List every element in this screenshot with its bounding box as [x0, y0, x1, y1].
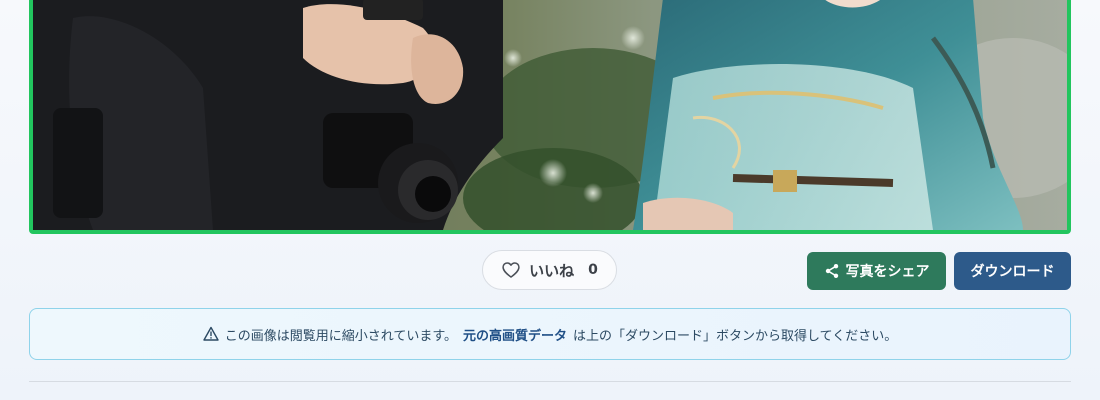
divider — [29, 381, 1071, 382]
download-button[interactable]: ダウンロード — [954, 252, 1071, 290]
photo-image — [33, 0, 1067, 230]
resize-notice: この画像は閲覧用に縮小されています。 元の高画質データ は上の「ダウンロード」ボ… — [29, 308, 1071, 360]
download-label: ダウンロード — [970, 264, 1055, 280]
share-icon — [824, 263, 840, 279]
share-label: 写真をシェア — [845, 264, 930, 280]
like-count: 0 — [588, 262, 598, 278]
photo-frame — [29, 0, 1071, 234]
share-photo-button[interactable]: 写真をシェア — [807, 252, 946, 290]
notice-highlight: 元の高画質データ — [463, 328, 568, 344]
warning-triangle-icon — [203, 326, 219, 342]
notice-prefix: この画像は閲覧用に縮小されています。 — [224, 328, 458, 344]
like-button[interactable]: いいね 0 — [482, 250, 617, 290]
heart-outline-icon — [501, 260, 521, 280]
like-label: いいね — [529, 261, 575, 280]
notice-suffix: は上の「ダウンロード」ボタンから取得してください。 — [573, 328, 898, 344]
